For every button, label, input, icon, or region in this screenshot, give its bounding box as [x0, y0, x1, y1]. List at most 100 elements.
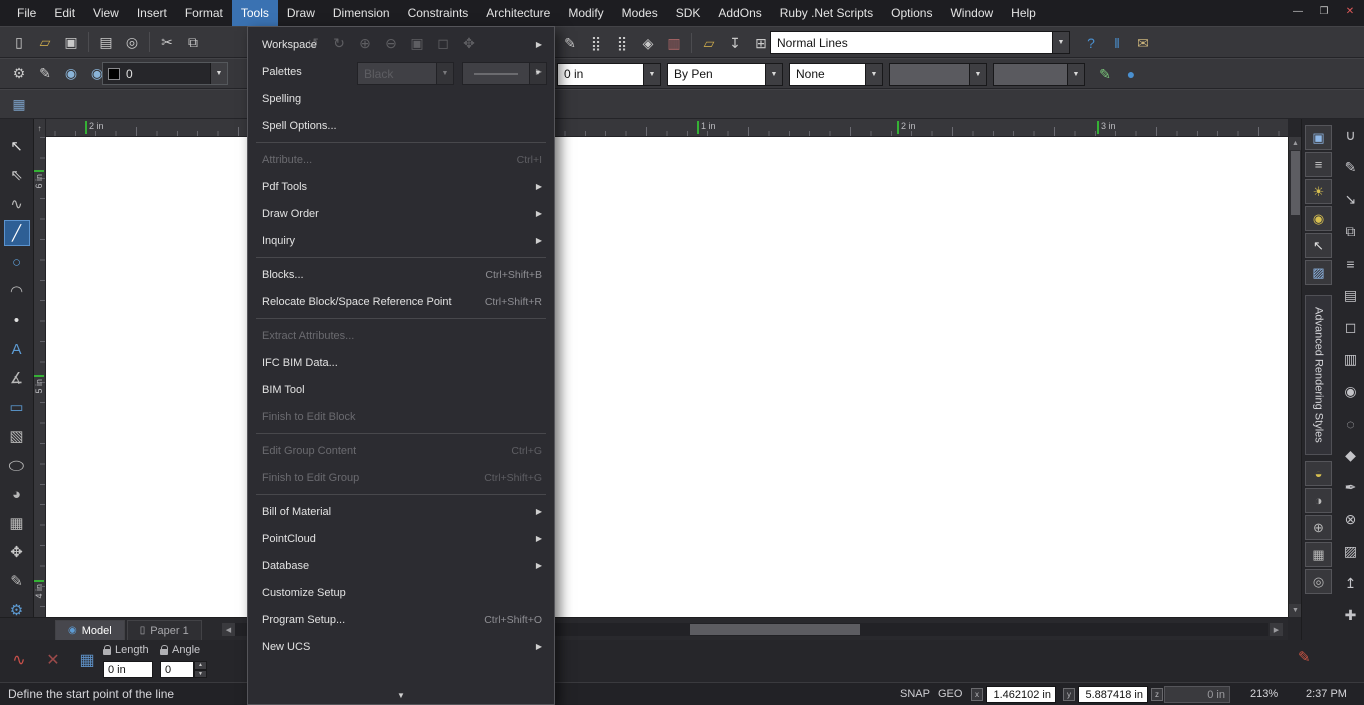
extract-icon[interactable]: ↥ — [1338, 571, 1363, 596]
ellipse-tool[interactable]: ◯ — [4, 456, 30, 474]
grid-icon[interactable]: ⣿ — [610, 31, 634, 55]
circle-tool[interactable]: ○ — [4, 249, 30, 275]
panel-icon[interactable]: ▥ — [1338, 347, 1363, 372]
tab-paper-1[interactable]: ▯Paper 1 — [127, 620, 202, 641]
sphere-tool[interactable]: ◕ — [4, 481, 30, 507]
dropdown-arrow-icon[interactable]: ▼ — [210, 63, 227, 84]
menubar-item-file[interactable]: File — [8, 0, 45, 26]
menu-item-new-ucs[interactable]: New UCS▶ — [248, 633, 554, 660]
menu-item-bim-tool[interactable]: BIM Tool — [248, 376, 554, 403]
dimension-tool[interactable]: ∡ — [4, 365, 30, 391]
delete-icon[interactable]: ✕ — [41, 648, 65, 672]
menubar-item-modify[interactable]: Modify — [559, 0, 612, 26]
draw-compare-icon[interactable]: ✎ — [1298, 648, 1311, 666]
disabled-combo-2[interactable]: ▼ — [993, 63, 1085, 86]
menu-item-spelling[interactable]: Spelling — [248, 85, 554, 112]
menubar-item-edit[interactable]: Edit — [45, 0, 84, 26]
drawing-canvas[interactable] — [46, 137, 1288, 617]
box-icon[interactable]: ◻ — [1338, 315, 1363, 340]
pen-width-combo[interactable]: By Pen▼ — [667, 63, 783, 86]
pen-nib-icon[interactable]: ✒ — [1338, 475, 1363, 500]
freehand-tool[interactable]: ∿ — [4, 191, 30, 217]
dropdown-arrow-icon[interactable]: ▼ — [529, 63, 546, 84]
table-icon[interactable]: ▤ — [1338, 283, 1363, 308]
menubar-item-sdk[interactable]: SDK — [667, 0, 710, 26]
angle-field[interactable]: 0 — [160, 661, 194, 678]
light-icon[interactable]: ◉ — [1305, 206, 1332, 231]
scroll-right-icon[interactable]: ▶ — [1270, 623, 1283, 636]
dash-style-combo[interactable]: ▼ — [462, 62, 547, 85]
tab-model[interactable]: ◉Model — [55, 620, 125, 641]
redo-view-icon[interactable]: ↻ — [327, 31, 351, 55]
pen-color-combo-value[interactable]: Black — [358, 63, 436, 84]
shade-icon[interactable]: ◑ — [1305, 488, 1332, 513]
close-button[interactable]: ✕ — [1338, 2, 1362, 21]
rectangle-tool[interactable]: ▭ — [4, 394, 30, 420]
sketch-history-icon[interactable]: ∿ — [7, 648, 31, 672]
box-3d-tool[interactable]: ▧ — [4, 423, 30, 449]
spin-down-icon[interactable]: ▼ — [194, 670, 207, 679]
x-coordinate-field[interactable]: 1.462102 in — [986, 686, 1056, 703]
pen-color-combo[interactable]: Black ▼ — [357, 62, 454, 85]
layers-icon[interactable]: ≡ — [1305, 152, 1332, 177]
text-tool[interactable]: A — [4, 336, 30, 362]
style-pen-icon[interactable]: ✎ — [33, 62, 57, 86]
z-coordinate-field[interactable]: 0 in — [1164, 686, 1230, 703]
notebook-icon[interactable]: ▥ — [662, 31, 686, 55]
open-folder-icon[interactable]: ▱ — [33, 30, 57, 54]
menu-item-pointcloud[interactable]: PointCloud▶ — [248, 525, 554, 552]
line-style-combo[interactable]: Normal Lines ▼ — [770, 31, 1070, 54]
undo-view-icon[interactable]: ↺ — [301, 31, 325, 55]
camera-icon[interactable]: ▣ — [1305, 125, 1332, 150]
dropdown-arrow-icon[interactable]: ▼ — [765, 64, 782, 85]
lens-icon[interactable]: ◎ — [1305, 569, 1332, 594]
selection-info-table-icon[interactable]: ▦ — [75, 648, 99, 672]
pan-icon[interactable]: ✥ — [457, 31, 481, 55]
zoom-out-icon[interactable]: ⊖ — [379, 31, 403, 55]
vertical-scrollbar-thumb[interactable] — [1291, 151, 1300, 215]
dropdown-arrow-icon[interactable]: ▼ — [436, 63, 453, 84]
zoom-in-icon[interactable]: ⊕ — [353, 31, 377, 55]
copy-icon[interactable]: ⧉ — [181, 30, 205, 54]
circle-icon[interactable]: ◌ — [1338, 411, 1363, 436]
zoom-window-icon[interactable]: ▣ — [405, 31, 429, 55]
add-icon[interactable]: ✚ — [1338, 603, 1363, 628]
dropdown-arrow-icon[interactable]: ▼ — [865, 64, 882, 85]
arc-tool[interactable]: ◠ — [4, 278, 30, 304]
menubar-item-modes[interactable]: Modes — [613, 0, 667, 26]
hatch-tool[interactable]: ▦ — [4, 510, 30, 536]
line-pattern-combo[interactable]: None▼ — [789, 63, 883, 86]
menubar-item-ruby-net-scripts[interactable]: Ruby .Net Scripts — [771, 0, 882, 26]
menu-scroll-down-icon[interactable]: ▼ — [248, 688, 554, 703]
pencil-icon[interactable]: ✎ — [1338, 155, 1363, 180]
scroll-left-icon[interactable]: ◀ — [222, 623, 235, 636]
offset-icon[interactable]: ↘ — [1338, 187, 1363, 212]
node-edit-tool[interactable]: ⇖ — [4, 162, 30, 188]
dropdown-arrow-icon[interactable]: ▼ — [1052, 32, 1069, 53]
print-preview-icon[interactable]: ◎ — [120, 30, 144, 54]
new-document-icon[interactable]: ▯ — [7, 30, 31, 54]
menu-item-customize-setup[interactable]: Customize Setup — [248, 579, 554, 606]
minimize-button[interactable]: — — [1286, 2, 1310, 21]
menubar-item-window[interactable]: Window — [941, 0, 1002, 26]
menubar-item-constraints[interactable]: Constraints — [399, 0, 478, 26]
dropdown-arrow-icon[interactable]: ▼ — [969, 64, 986, 85]
select-tool[interactable]: ↖ — [4, 133, 30, 159]
add-light-icon[interactable]: ⊕ — [1305, 515, 1332, 540]
geo-toggle[interactable]: GEO — [938, 688, 962, 700]
length-field[interactable]: 0 in — [103, 661, 153, 678]
sun-icon[interactable]: ☀ — [1305, 179, 1332, 204]
menubar-item-dimension[interactable]: Dimension — [324, 0, 399, 26]
diamond-icon[interactable]: ◆ — [1338, 443, 1363, 468]
copy-objects-icon[interactable]: ⧉ — [1338, 219, 1363, 244]
menubar-item-view[interactable]: View — [84, 0, 128, 26]
menu-item-program-setup[interactable]: Program Setup...Ctrl+Shift+O — [248, 606, 554, 633]
menubar-item-architecture[interactable]: Architecture — [477, 0, 559, 26]
settings-gear-icon[interactable]: ⚙ — [7, 62, 31, 86]
menubar-item-draw[interactable]: Draw — [278, 0, 324, 26]
disabled-combo-1[interactable]: ▼ — [889, 63, 987, 86]
cut-icon[interactable]: ✂ — [155, 30, 179, 54]
erase-icon[interactable]: ⊗ — [1338, 507, 1363, 532]
menu-item-blocks[interactable]: Blocks...Ctrl+Shift+B — [248, 261, 554, 288]
grid-style-icon[interactable]: ▦ — [1305, 542, 1332, 567]
